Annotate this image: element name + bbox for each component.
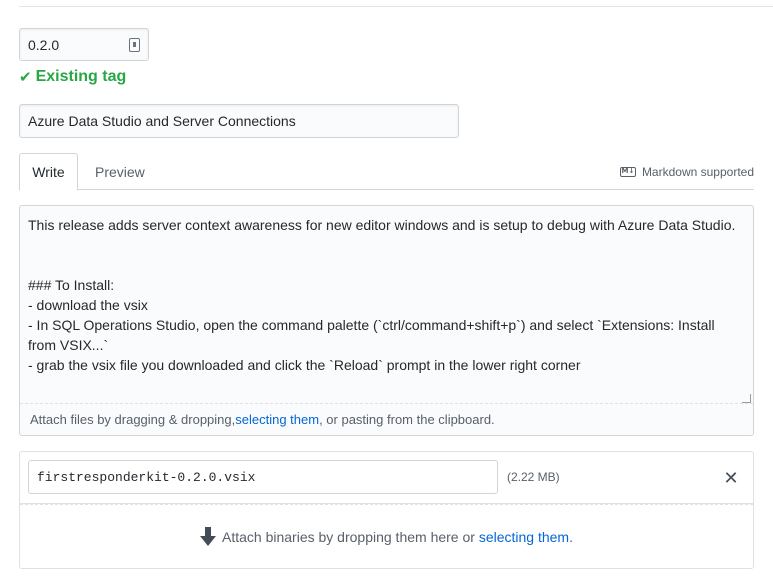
tag-icon [129,37,140,52]
drop-zone-select-link[interactable]: selecting them [479,529,569,545]
drop-zone-prefix: Attach binaries by dropping them here or [222,528,479,545]
markdown-supported-label: Markdown supported [641,164,754,179]
down-arrow-icon [200,526,216,547]
markdown-supported-link[interactable]: M↓ Markdown supported [619,153,754,190]
tab-preview[interactable]: Preview [83,153,157,190]
drop-zone-suffix: . [569,528,573,545]
file-size: (2.22 MB) [507,470,560,484]
attach-files-prefix: Attach files by dragging & dropping, [30,412,236,427]
tag-version-value[interactable]: 0.2.0 [28,37,129,53]
release-notes-editor[interactable]: This release adds server context awarene… [19,205,754,436]
release-title-input[interactable]: Azure Data Studio and Server Connections [19,104,459,138]
check-icon: ✔ [19,69,32,86]
remove-file-button[interactable]: ✕ [723,468,739,488]
resize-handle-icon[interactable] [742,394,751,403]
release-title-value[interactable]: Azure Data Studio and Server Connections [28,113,296,129]
existing-tag-label: Existing tag [35,68,127,85]
file-name-value[interactable]: firstresponderkit-0.2.0.vsix [37,470,255,485]
attach-files-suffix: , or pasting from the clipboard. [319,412,495,427]
release-notes-textarea[interactable]: This release adds server context awarene… [20,206,753,406]
attach-files-select-link[interactable]: selecting them [235,412,319,427]
binaries-drop-zone[interactable]: Attach binaries by dropping them here or… [20,504,753,568]
editor-tabs: Write Preview M↓ Markdown supported [19,153,754,191]
file-name-input[interactable]: firstresponderkit-0.2.0.vsix [28,460,498,494]
tab-write[interactable]: Write [19,153,78,191]
attach-files-bar[interactable]: Attach files by dragging & dropping, sel… [20,403,753,435]
existing-tag-status: ✔ Existing tag [19,66,126,88]
markdown-icon: M↓ [619,166,636,177]
uploaded-file-row: firstresponderkit-0.2.0.vsix (2.22 MB) ✕ [20,452,753,504]
tag-version-input[interactable]: 0.2.0 [19,28,149,61]
top-divider [19,6,773,7]
binaries-upload-box: firstresponderkit-0.2.0.vsix (2.22 MB) ✕… [19,451,754,569]
